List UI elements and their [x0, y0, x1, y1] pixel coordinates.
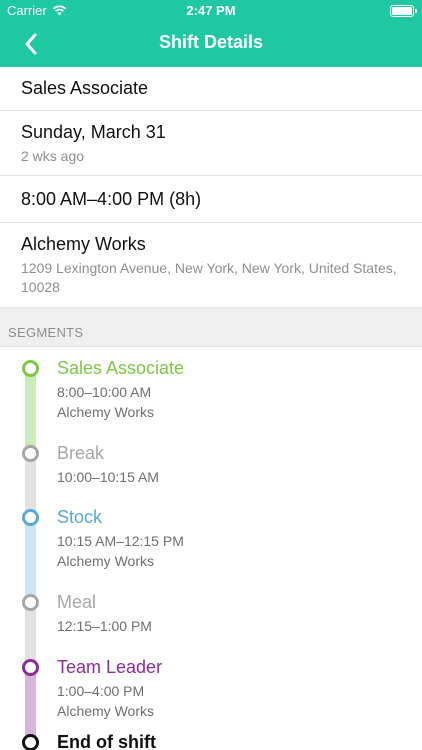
time-row: 8:00 AM–4:00 PM (8h): [0, 176, 422, 223]
segment-location: Alchemy Works: [57, 703, 154, 719]
location-address: 1209 Lexington Avenue, New York, New Yor…: [21, 260, 397, 295]
relative-date: 2 wks ago: [21, 148, 85, 164]
segment-text: Meal 12:15–1:00 PM: [57, 592, 152, 636]
segment-break: Break 10:00–10:15 AM: [0, 432, 422, 514]
role-label: Sales Associate: [21, 78, 149, 98]
navigation-bar: Shift Details: [0, 22, 422, 67]
segment-dot-icon: [22, 659, 39, 676]
segment-team-leader: Team Leader 1:00–4:00 PM Alchemy Works: [0, 646, 422, 749]
role-row: Sales Associate: [0, 67, 422, 111]
segment-time: 8:00–10:00 AM: [57, 384, 152, 400]
segment-text: Team Leader 1:00–4:00 PM Alchemy Works: [57, 657, 162, 721]
segment-time: 10:15 AM–12:15 PM: [57, 533, 184, 549]
segment-time: 12:15–1:00 PM: [57, 618, 152, 634]
page-title: Shift Details: [158, 32, 264, 52]
segment-sales-associate: Sales Associate 8:00–10:00 AM Alchemy Wo…: [0, 347, 422, 450]
segment-time: 1:00–4:00 PM: [57, 683, 145, 699]
segment-location: Alchemy Works: [57, 404, 154, 420]
shift-date: Sunday, March 31: [21, 122, 166, 142]
segment-title: Meal: [57, 592, 97, 612]
segment-meal: Meal 12:15–1:00 PM: [0, 581, 422, 664]
segment-end-of-shift: End of shift: [0, 721, 422, 750]
location-name: Alchemy Works: [21, 234, 146, 254]
segment-dot-icon: [22, 509, 39, 526]
segment-title: End of shift: [57, 732, 156, 750]
segment-title: Break: [57, 443, 105, 463]
segment-dot-icon: [22, 360, 39, 377]
status-bar: Carrier 2:47 PM: [0, 0, 422, 22]
segment-dot-icon: [22, 594, 39, 611]
location-row[interactable]: Alchemy Works 1209 Lexington Avenue, New…: [0, 223, 422, 307]
segment-text: End of shift: [57, 732, 156, 750]
segments-header: SEGMENTS: [0, 307, 422, 347]
status-time: 2:47 PM: [186, 3, 236, 18]
top-bar: Carrier 2:47 PM Shift Details: [0, 0, 422, 67]
segments-timeline: Sales Associate 8:00–10:00 AM Alchemy Wo…: [0, 347, 422, 750]
segment-title: Sales Associate: [57, 358, 185, 378]
segment-text: Break 10:00–10:15 AM: [57, 443, 159, 487]
segment-dot-icon: [22, 734, 39, 750]
segment-dot-icon: [22, 445, 39, 462]
segment-text: Sales Associate 8:00–10:00 AM Alchemy Wo…: [57, 358, 184, 422]
segment-time: 10:00–10:15 AM: [57, 469, 159, 485]
app-screen: Carrier 2:47 PM Shift Details Sales Asso…: [0, 0, 422, 750]
segment-stock: Stock 10:15 AM–12:15 PM Alchemy Works: [0, 496, 422, 599]
shift-time-range: 8:00 AM–4:00 PM (8h): [21, 188, 202, 209]
segment-title: Team Leader: [57, 657, 163, 677]
date-row: Sunday, March 31 2 wks ago: [0, 111, 422, 176]
segment-location: Alchemy Works: [57, 553, 154, 569]
segment-title: Stock: [57, 507, 103, 527]
segment-text: Stock 10:15 AM–12:15 PM Alchemy Works: [57, 507, 184, 571]
battery-icon: [390, 5, 417, 17]
